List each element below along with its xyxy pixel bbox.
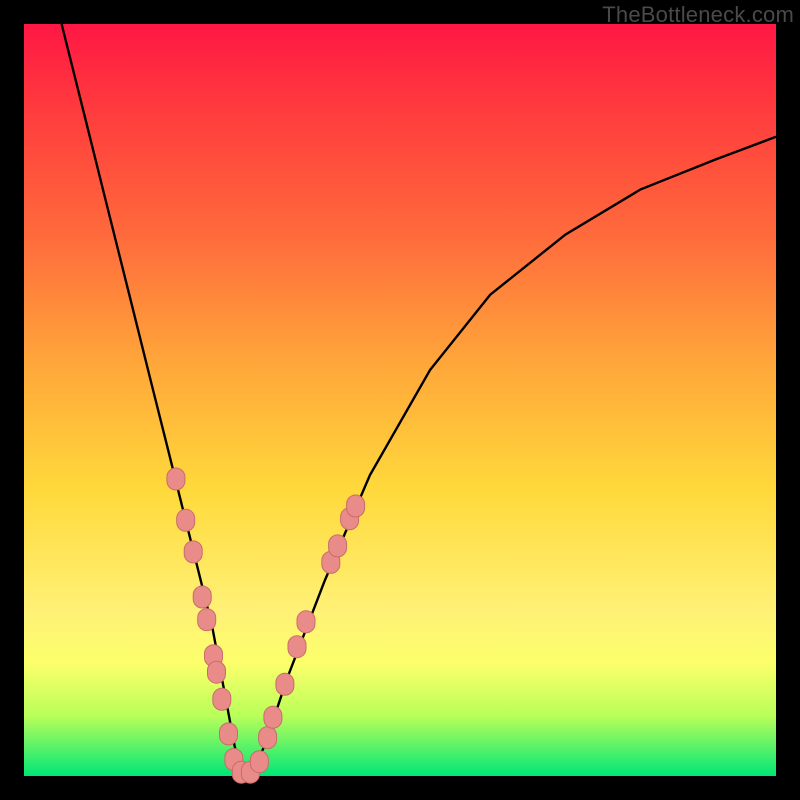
data-marker [198,609,216,631]
data-marker [177,509,195,531]
data-marker [264,706,282,728]
data-markers [167,468,365,783]
data-marker [297,611,315,633]
data-marker [288,636,306,658]
plot-area [24,24,776,776]
data-marker [250,751,268,773]
watermark-text: TheBottleneck.com [602,2,794,28]
outer-frame: TheBottleneck.com [0,0,800,800]
data-marker [329,535,347,557]
data-marker [220,723,238,745]
data-marker [208,661,226,683]
data-marker [184,541,202,563]
data-marker [347,495,365,517]
data-marker [276,673,294,695]
data-marker [167,468,185,490]
bottleneck-curve [62,24,776,776]
data-marker [213,688,231,710]
data-marker [193,586,211,608]
data-marker [259,727,277,749]
chart-svg [24,24,776,776]
